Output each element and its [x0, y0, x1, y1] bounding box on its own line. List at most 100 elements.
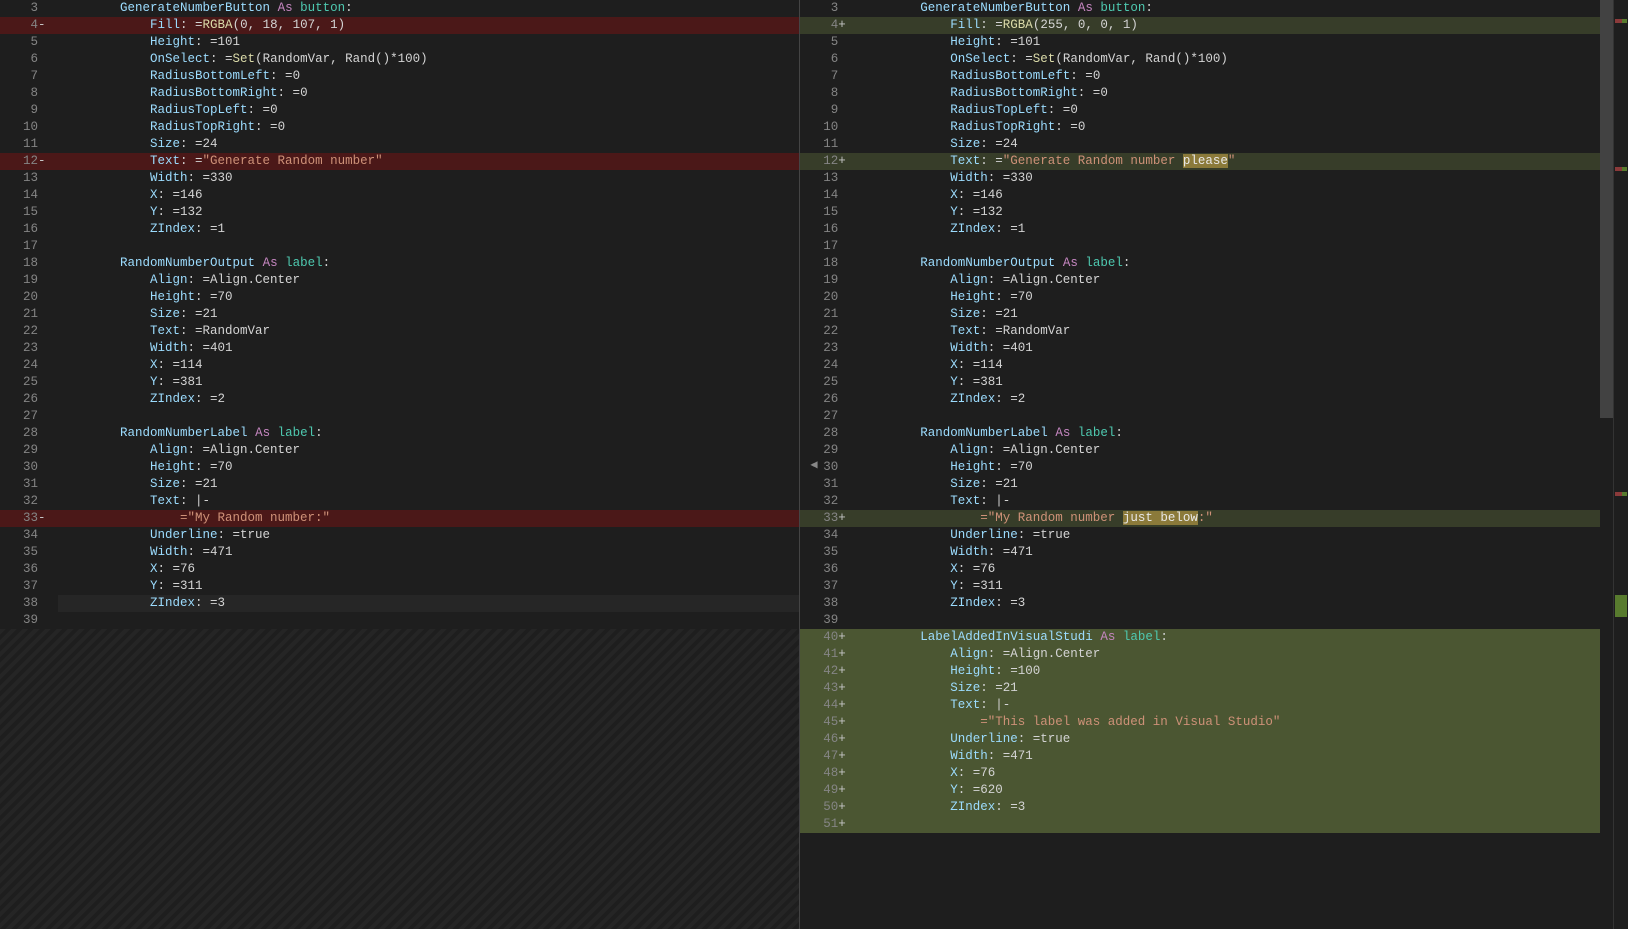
code-content[interactable]: Size: =21: [858, 680, 1599, 697]
code-content[interactable]: GenerateNumberButton As button:: [58, 0, 799, 17]
code-content[interactable]: Y: =132: [58, 204, 799, 221]
code-line[interactable]: 44+ Text: |-: [800, 697, 1599, 714]
code-content[interactable]: RadiusTopRight: =0: [58, 119, 799, 136]
code-line[interactable]: 36 X: =76: [0, 561, 799, 578]
code-content[interactable]: [58, 408, 799, 425]
code-content[interactable]: Text: |-: [58, 493, 799, 510]
code-content[interactable]: RadiusTopRight: =0: [858, 119, 1599, 136]
code-content[interactable]: Fill: =RGBA(0, 18, 107, 1): [58, 17, 799, 34]
code-content[interactable]: RadiusTopLeft: =0: [858, 102, 1599, 119]
code-line[interactable]: 17: [0, 238, 799, 255]
code-line[interactable]: 47+ Width: =471: [800, 748, 1599, 765]
code-line[interactable]: 11 Size: =24: [800, 136, 1599, 153]
code-line[interactable]: 32 Text: |-: [0, 493, 799, 510]
code-content[interactable]: Y: =381: [58, 374, 799, 391]
scrollbar-thumb[interactable]: [1600, 0, 1614, 418]
code-content[interactable]: Height: =70: [58, 289, 799, 306]
code-content[interactable]: Underline: =true: [858, 527, 1599, 544]
code-line[interactable]: 14 X: =146: [800, 187, 1599, 204]
code-line[interactable]: 34 Underline: =true: [0, 527, 799, 544]
code-line[interactable]: 29 Align: =Align.Center: [800, 442, 1599, 459]
code-line[interactable]: 15 Y: =132: [800, 204, 1599, 221]
code-line[interactable]: 12+ Text: ="Generate Random number pleas…: [800, 153, 1599, 170]
code-line[interactable]: 5 Height: =101: [0, 34, 799, 51]
code-content[interactable]: ZIndex: =3: [858, 799, 1599, 816]
code-content[interactable]: Size: =21: [858, 306, 1599, 323]
code-line[interactable]: 50+ ZIndex: =3: [800, 799, 1599, 816]
code-content[interactable]: X: =146: [858, 187, 1599, 204]
code-content[interactable]: Size: =24: [58, 136, 799, 153]
code-content[interactable]: ZIndex: =1: [58, 221, 799, 238]
code-line[interactable]: 22 Text: =RandomVar: [0, 323, 799, 340]
code-content[interactable]: Size: =24: [858, 136, 1599, 153]
code-content[interactable]: Height: =70: [858, 459, 1599, 476]
code-content[interactable]: [858, 816, 1599, 833]
code-line[interactable]: 6 OnSelect: =Set(RandomVar, Rand()*100): [800, 51, 1599, 68]
code-line[interactable]: 9 RadiusTopLeft: =0: [800, 102, 1599, 119]
code-content[interactable]: GenerateNumberButton As button:: [858, 0, 1599, 17]
code-line[interactable]: 11 Size: =24: [0, 136, 799, 153]
code-line[interactable]: 26 ZIndex: =2: [800, 391, 1599, 408]
code-line[interactable]: 29 Align: =Align.Center: [0, 442, 799, 459]
code-line[interactable]: 19 Align: =Align.Center: [800, 272, 1599, 289]
code-line[interactable]: 3 GenerateNumberButton As button:: [800, 0, 1599, 17]
code-line[interactable]: 41+ Align: =Align.Center: [800, 646, 1599, 663]
code-line[interactable]: 22 Text: =RandomVar: [800, 323, 1599, 340]
code-content[interactable]: RandomNumberLabel As label:: [858, 425, 1599, 442]
code-content[interactable]: [58, 238, 799, 255]
code-content[interactable]: Size: =21: [58, 306, 799, 323]
code-line[interactable]: 21 Size: =21: [0, 306, 799, 323]
code-content[interactable]: Text: |-: [858, 697, 1599, 714]
code-line[interactable]: 10 RadiusTopRight: =0: [0, 119, 799, 136]
code-content[interactable]: OnSelect: =Set(RandomVar, Rand()*100): [58, 51, 799, 68]
code-content[interactable]: Height: =100: [858, 663, 1599, 680]
code-line[interactable]: 7 RadiusBottomLeft: =0: [0, 68, 799, 85]
code-content[interactable]: Size: =21: [858, 476, 1599, 493]
code-line[interactable]: 49+ Y: =620: [800, 782, 1599, 799]
code-line[interactable]: 4- Fill: =RGBA(0, 18, 107, 1): [0, 17, 799, 34]
code-line[interactable]: 28 RandomNumberLabel As label:: [0, 425, 799, 442]
code-line[interactable]: 19 Align: =Align.Center: [0, 272, 799, 289]
code-line[interactable]: 8 RadiusBottomRight: =0: [0, 85, 799, 102]
code-line[interactable]: 23 Width: =401: [800, 340, 1599, 357]
code-line[interactable]: 18 RandomNumberOutput As label:: [800, 255, 1599, 272]
code-line[interactable]: 33+ ="My Random number just below:": [800, 510, 1599, 527]
code-line[interactable]: 33- ="My Random number:": [0, 510, 799, 527]
code-content[interactable]: X: =114: [58, 357, 799, 374]
code-line[interactable]: 31 Size: =21: [800, 476, 1599, 493]
code-line[interactable]: 30 Height: =70: [800, 459, 1599, 476]
code-content[interactable]: Y: =620: [858, 782, 1599, 799]
code-line[interactable]: 13 Width: =330: [0, 170, 799, 187]
code-content[interactable]: Size: =21: [58, 476, 799, 493]
code-content[interactable]: Text: ="Generate Random number please": [858, 153, 1599, 170]
overview-mark[interactable]: [1615, 595, 1627, 617]
code-content[interactable]: ZIndex: =2: [58, 391, 799, 408]
code-content[interactable]: Fill: =RGBA(255, 0, 0, 1): [858, 17, 1599, 34]
code-content[interactable]: Align: =Align.Center: [58, 442, 799, 459]
code-line[interactable]: 31 Size: =21: [0, 476, 799, 493]
code-line[interactable]: 25 Y: =381: [0, 374, 799, 391]
code-content[interactable]: Width: =471: [858, 748, 1599, 765]
code-content[interactable]: ="My Random number:": [58, 510, 799, 527]
left-pane[interactable]: 3 GenerateNumberButton As button:4- Fill…: [0, 0, 800, 929]
code-line[interactable]: 18 RandomNumberOutput As label:: [0, 255, 799, 272]
code-line[interactable]: 32 Text: |-: [800, 493, 1599, 510]
code-content[interactable]: Y: =311: [58, 578, 799, 595]
code-content[interactable]: X: =76: [58, 561, 799, 578]
code-content[interactable]: [858, 238, 1599, 255]
code-content[interactable]: ="This label was added in Visual Studio": [858, 714, 1599, 731]
code-line[interactable]: 17: [800, 238, 1599, 255]
overview-mark[interactable]: [1622, 492, 1627, 496]
code-line[interactable]: 37 Y: =311: [0, 578, 799, 595]
code-line[interactable]: 24 X: =114: [800, 357, 1599, 374]
code-line[interactable]: 8 RadiusBottomRight: =0: [800, 85, 1599, 102]
code-content[interactable]: X: =146: [58, 187, 799, 204]
code-line[interactable]: 46+ Underline: =true: [800, 731, 1599, 748]
code-line[interactable]: 14 X: =146: [0, 187, 799, 204]
code-content[interactable]: Underline: =true: [58, 527, 799, 544]
code-content[interactable]: RandomNumberOutput As label:: [58, 255, 799, 272]
code-line[interactable]: 6 OnSelect: =Set(RandomVar, Rand()*100): [0, 51, 799, 68]
code-line[interactable]: 12- Text: ="Generate Random number": [0, 153, 799, 170]
code-line[interactable]: 45+ ="This label was added in Visual Stu…: [800, 714, 1599, 731]
code-content[interactable]: X: =114: [858, 357, 1599, 374]
